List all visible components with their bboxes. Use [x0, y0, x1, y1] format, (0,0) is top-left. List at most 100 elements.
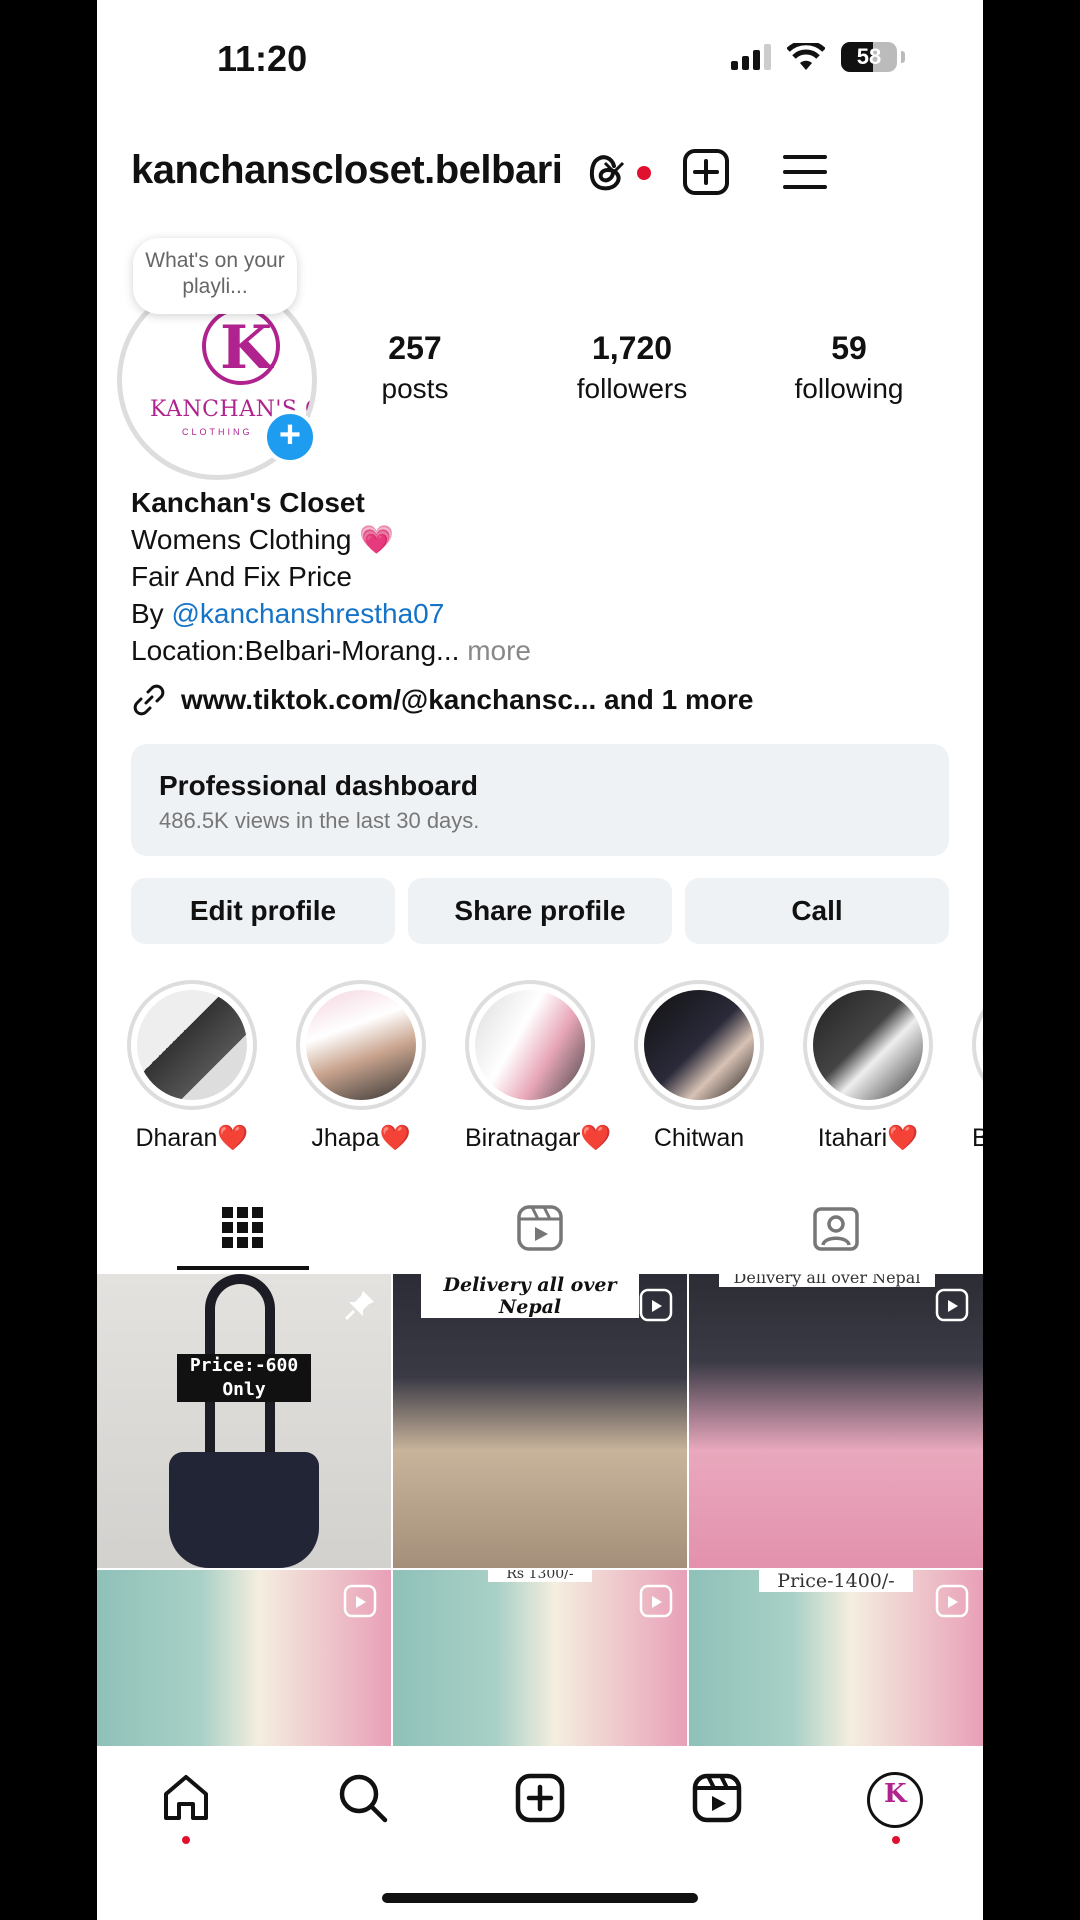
threads-icon[interactable]: [582, 148, 630, 196]
notification-dot: [637, 166, 651, 180]
reel-icon: [639, 1584, 673, 1618]
bio-line: By @kanchanshrestha07: [131, 595, 531, 632]
add-story-button[interactable]: +: [263, 410, 317, 464]
bottom-navigation: K: [97, 1746, 983, 1920]
reel-icon: [935, 1288, 969, 1322]
bio-more-link[interactable]: more: [467, 635, 531, 666]
cellular-signal-icon: [731, 44, 771, 70]
mention-link[interactable]: @kanchanshrestha07: [171, 598, 444, 629]
bio-by: By: [131, 598, 172, 629]
home-indicator: [382, 1893, 698, 1903]
highlight-cover: [475, 990, 585, 1100]
reels-tab-icon[interactable]: [516, 1204, 564, 1252]
status-time: 11:20: [217, 38, 308, 79]
stat-following[interactable]: 59 following: [749, 330, 949, 405]
home-icon[interactable]: [160, 1772, 212, 1824]
post-tile[interactable]: Price-1400/-: [689, 1570, 983, 1748]
battery-icon: 58: [841, 42, 897, 72]
external-link-text[interactable]: www.tiktok.com/@kanchansc... and 1 more: [181, 684, 753, 716]
bio-line: Womens Clothing 💗: [131, 524, 395, 555]
dashboard-subtitle: 486.5K views in the last 30 days.: [159, 808, 480, 833]
reels-icon[interactable]: [691, 1772, 743, 1824]
post-tile[interactable]: Price:-600 Only: [97, 1274, 391, 1568]
menu-icon[interactable]: [781, 148, 829, 196]
battery-nub: [901, 51, 905, 63]
post-caption: Price-1400/-: [759, 1570, 913, 1592]
highlight-itahari[interactable]: Itahari❤️: [803, 980, 933, 1153]
share-profile-button[interactable]: Share profile: [408, 878, 672, 944]
post-tile[interactable]: Rs 1300/-: [393, 1570, 687, 1748]
post-tile[interactable]: Delivery all over Nepal: [393, 1274, 687, 1568]
highlight-label: Itahari❤️: [817, 1124, 919, 1152]
highlight-cover: [306, 990, 416, 1100]
mini-logo: K: [884, 1779, 907, 1809]
highlight-ring: [465, 980, 595, 1110]
bio-links[interactable]: www.tiktok.com/@kanchansc... and 1 more: [131, 682, 753, 718]
pin-icon: [344, 1291, 374, 1321]
bag-body: [169, 1452, 319, 1568]
dashboard-title: Professional dashboard: [159, 770, 478, 801]
stat-label: posts: [381, 373, 449, 404]
bio-location: Location:Belbari-Morang...: [131, 635, 468, 666]
profile-avatar-icon[interactable]: K: [867, 1772, 923, 1828]
highlight-ring: [972, 980, 983, 1110]
logo-subtitle: CLOTHING: [182, 427, 253, 437]
post-tile[interactable]: [97, 1570, 391, 1748]
stat-value: 1,720: [591, 330, 673, 366]
note-bubble[interactable]: What's on your playli...: [133, 238, 297, 314]
link-icon: [133, 684, 165, 716]
highlight-ring: [127, 980, 257, 1110]
professional-dashboard[interactable]: Professional dashboard 486.5K views in t…: [131, 744, 949, 856]
highlight-ring: [296, 980, 426, 1110]
highlight-cover: [137, 990, 247, 1100]
reel-icon: [639, 1288, 673, 1322]
reel-icon: [935, 1584, 969, 1618]
tagged-tab-icon[interactable]: [812, 1204, 860, 1252]
status-icons: 58: [731, 42, 905, 72]
stat-value: 257: [388, 330, 442, 366]
stat-followers[interactable]: 1,720 followers: [532, 330, 732, 405]
create-post-icon[interactable]: [682, 148, 730, 196]
battery-level: 58: [856, 44, 882, 69]
post-caption: Price:-600 Only: [177, 1354, 311, 1402]
highlight-ring: [634, 980, 764, 1110]
highlight-cover: [644, 990, 754, 1100]
bio-line: Fair And Fix Price: [131, 561, 352, 592]
stat-value: 59: [831, 330, 867, 366]
post-tile[interactable]: Delivery all over Nepal: [689, 1274, 983, 1568]
brand-logo-icon: K: [202, 307, 280, 385]
profile-screen: 11:20 58 kanchanscloset.belbari K KANCHA…: [97, 0, 983, 1920]
bio-line: Location:Belbari-Morang... more: [131, 632, 531, 669]
account-username[interactable]: kanchanscloset.belbari: [131, 148, 563, 193]
highlight-label: Chitwan: [653, 1124, 745, 1152]
profile-bio: Kanchan's Closet Womens Clothing 💗 Fair …: [131, 484, 531, 669]
highlight-biratnagar[interactable]: Biratnagar❤️: [465, 980, 612, 1153]
highlight-dharan[interactable]: Dharan❤️: [127, 980, 257, 1153]
highlight-label: Biratnagar❤️: [465, 1124, 612, 1152]
post-caption: Delivery all over Nepal: [719, 1274, 935, 1287]
create-icon[interactable]: [514, 1772, 566, 1824]
home-notification-dot: [182, 1836, 190, 1844]
post-caption: Rs 1300/-: [488, 1570, 592, 1582]
grid-tab-icon[interactable]: [219, 1204, 267, 1252]
highlight-cover: [813, 990, 923, 1100]
stat-posts[interactable]: 257 posts: [315, 330, 515, 405]
stat-label: following: [794, 373, 904, 404]
active-tab-indicator: [177, 1266, 309, 1270]
highlight-partial[interactable]: B: [972, 980, 983, 1153]
highlight-label: Jhapa❤️: [311, 1124, 411, 1152]
stat-label: followers: [576, 373, 688, 404]
reel-icon: [343, 1584, 377, 1618]
display-name: Kanchan's Closet: [131, 487, 365, 518]
highlight-label: B: [972, 1124, 983, 1152]
edit-profile-button[interactable]: Edit profile: [131, 878, 395, 944]
highlight-jhapa[interactable]: Jhapa❤️: [296, 980, 426, 1153]
highlight-chitwan[interactable]: Chitwan: [634, 980, 764, 1153]
highlight-cover: [982, 990, 983, 1100]
profile-notification-dot: [892, 1836, 900, 1844]
post-caption: Delivery all over Nepal: [421, 1274, 639, 1318]
search-icon[interactable]: [337, 1772, 389, 1824]
call-button[interactable]: Call: [685, 878, 949, 944]
wifi-icon: [787, 43, 825, 70]
highlight-ring: [803, 980, 933, 1110]
